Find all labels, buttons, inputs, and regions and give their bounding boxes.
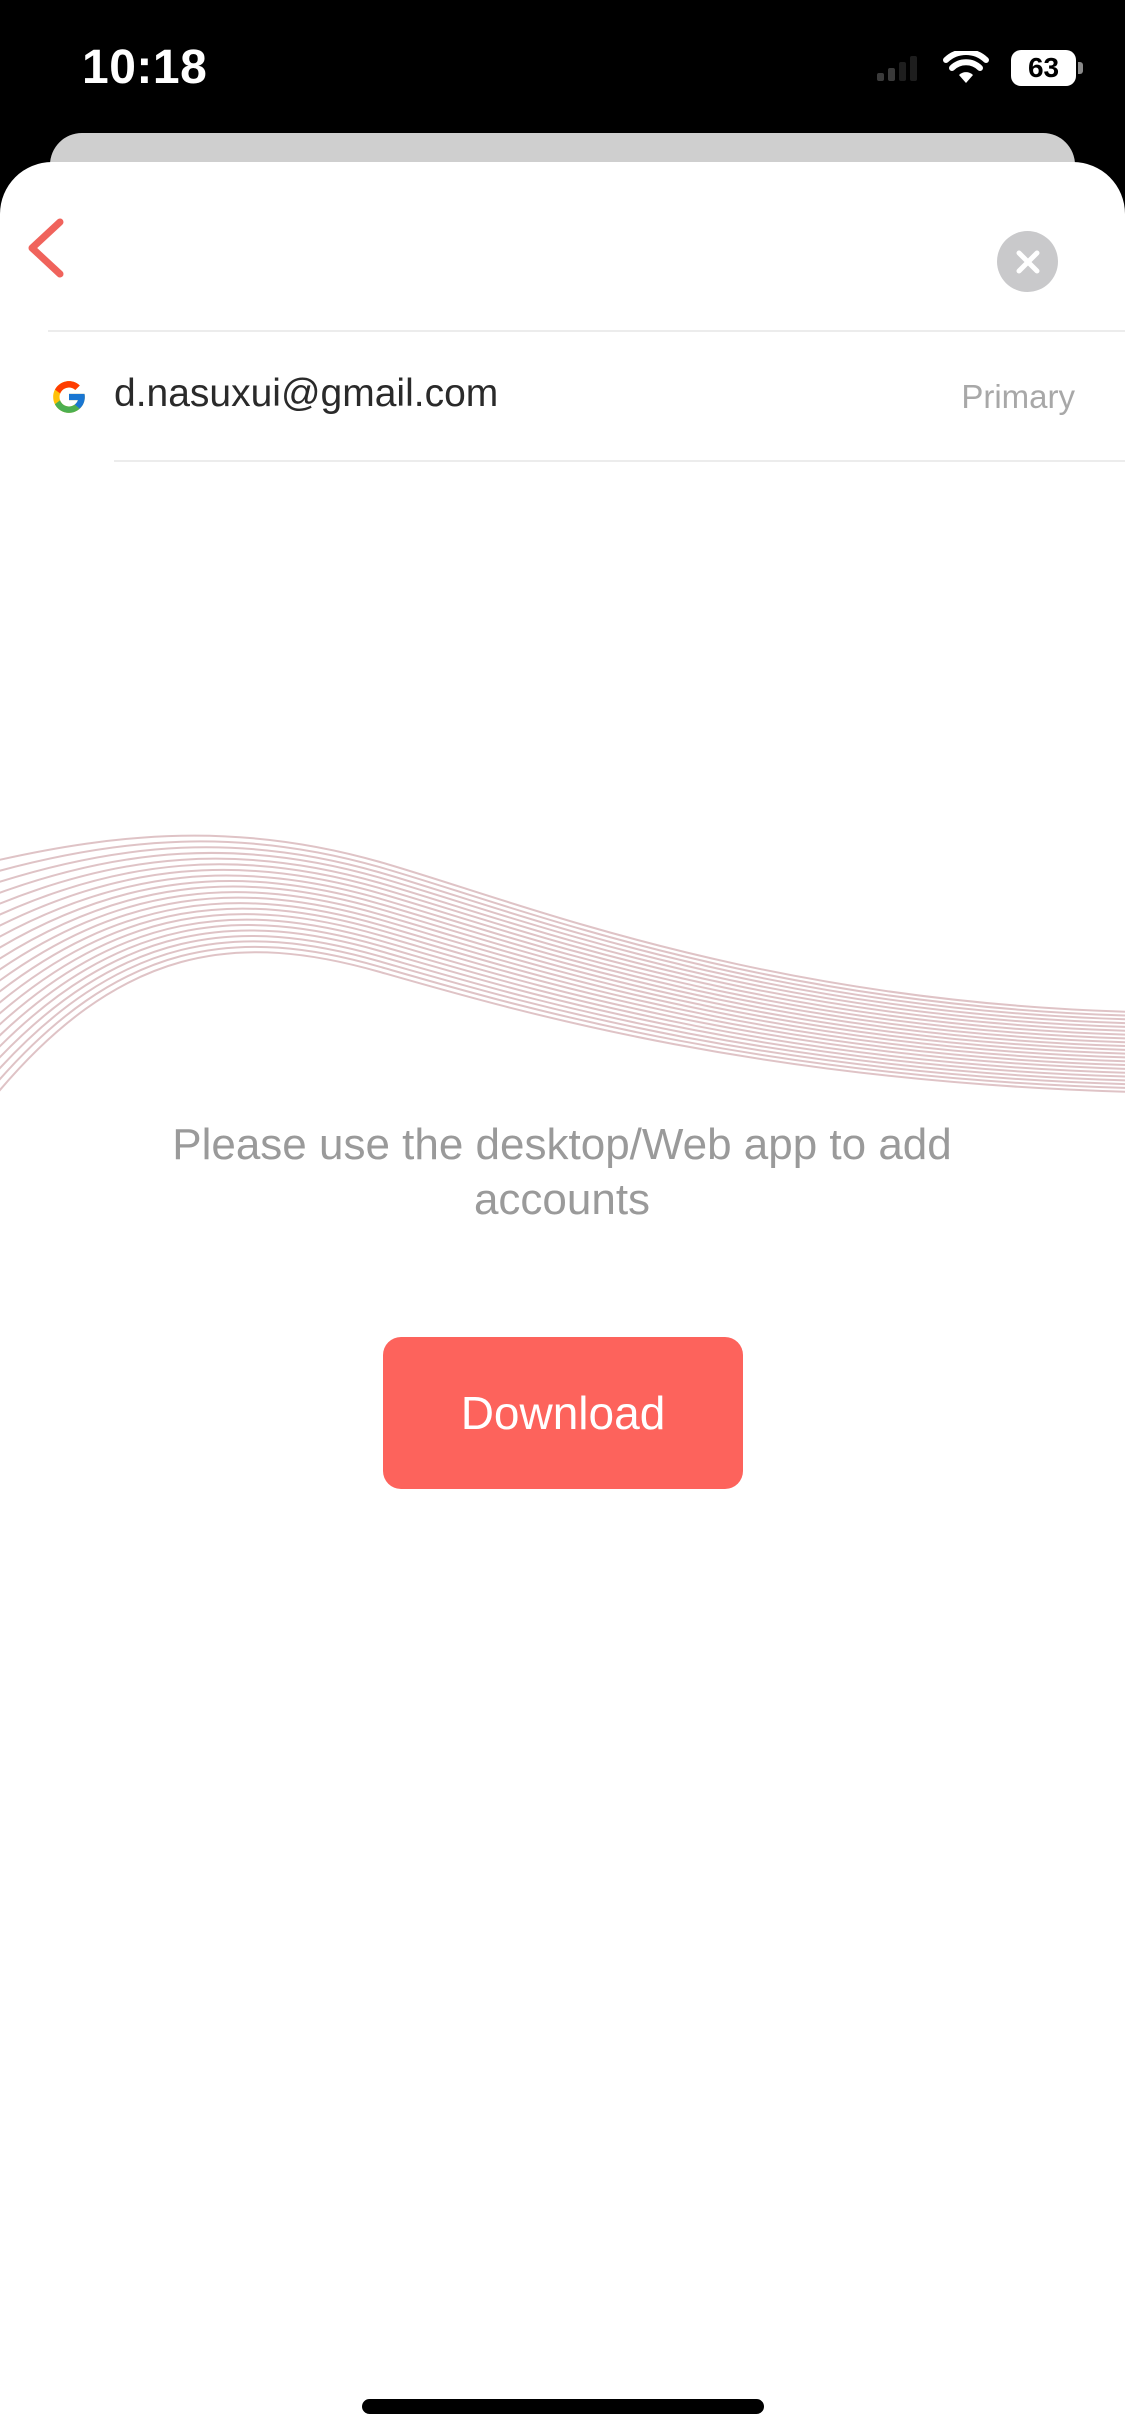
google-icon: [53, 381, 85, 413]
wifi-icon: [943, 51, 989, 83]
cellular-signal-icon: [877, 56, 917, 81]
download-button[interactable]: Download: [383, 1337, 743, 1489]
account-row[interactable]: d.nasuxui@gmail.com Primary: [0, 332, 1125, 462]
modal-sheet: d.nasuxui@gmail.com Primary Please use t…: [0, 162, 1125, 2436]
chevron-left-icon: [28, 218, 64, 278]
battery-level: 63: [1011, 50, 1077, 86]
primary-badge: Primary: [961, 378, 1075, 415]
home-indicator: [362, 2399, 764, 2414]
info-message: Please use the desktop/Web app to add ac…: [172, 1120, 952, 1224]
status-bar: 10:18 63: [0, 0, 1125, 140]
status-time: 10:18: [82, 41, 208, 94]
screen: 10:18 63 d.nasuxui@gmail.com Primary Ple…: [0, 0, 1125, 2436]
close-icon: [1016, 250, 1039, 273]
account-email: d.nasuxui@gmail.com: [114, 372, 499, 415]
battery-tip: [1078, 62, 1083, 74]
status-icons: 63: [875, 48, 1083, 88]
close-button[interactable]: [997, 231, 1058, 292]
divider: [114, 460, 1125, 462]
battery-icon: 63: [1011, 50, 1083, 86]
back-button[interactable]: [18, 212, 78, 284]
